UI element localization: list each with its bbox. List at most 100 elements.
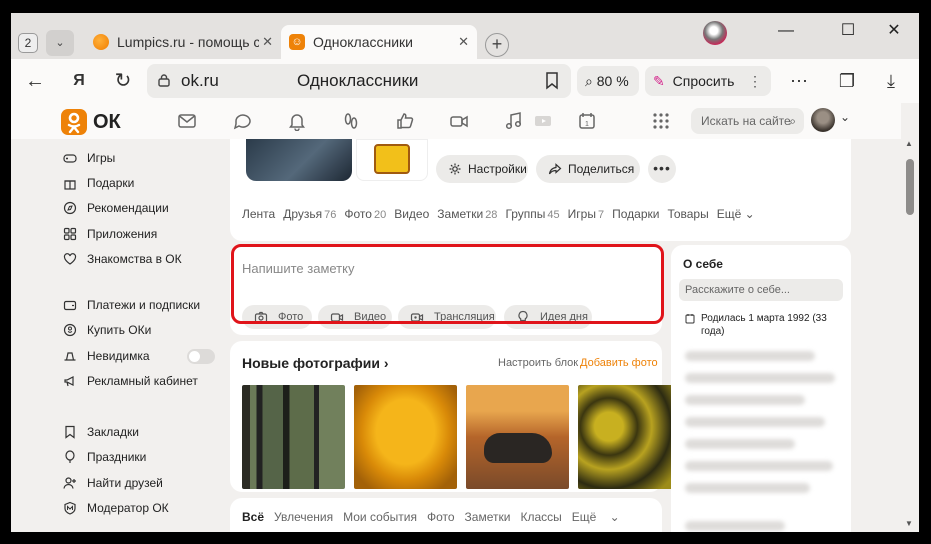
tab-games[interactable]: Игры 7	[568, 207, 604, 221]
zoom-button[interactable]: ⌕ 80 %	[577, 66, 639, 96]
user-avatar[interactable]	[811, 108, 835, 132]
tab-video[interactable]: Видео	[394, 207, 429, 221]
guests-footprints-icon[interactable]	[341, 111, 361, 131]
video-tag-icon[interactable]	[533, 111, 553, 131]
tab-groups[interactable]: Группы 45	[505, 207, 559, 221]
yandex-logo-icon[interactable]: Я	[65, 67, 93, 95]
feed-tab-notes[interactable]: Заметки	[465, 510, 511, 524]
profile-photo[interactable]	[246, 139, 352, 181]
ok-search-input[interactable]: Искать на сайте ⌕	[691, 108, 804, 134]
menu-item-games[interactable]: Игры	[61, 147, 233, 169]
calendar-icon	[685, 314, 695, 324]
messages-icon[interactable]	[177, 111, 197, 131]
menu-item-holidays[interactable]: Праздники	[61, 446, 233, 468]
feed-tab-my-events[interactable]: Мои события	[343, 510, 417, 524]
settings-label: Настройки	[468, 162, 527, 176]
photo-thumbnail[interactable]	[466, 385, 569, 489]
menu-item-payments[interactable]: Платежи и подписки	[61, 294, 233, 316]
configure-block-link[interactable]: Настроить блок	[498, 357, 578, 369]
page-scrollbar[interactable]: ▲ ▼	[901, 139, 919, 532]
close-icon[interactable]: ✕	[262, 25, 273, 59]
calendar-icon[interactable]: 1	[577, 111, 597, 131]
browser-profile-icon[interactable]	[703, 21, 727, 45]
apps-grid-icon[interactable]	[651, 111, 671, 131]
svg-text:1: 1	[585, 121, 589, 128]
ok-favicon-icon: ☺	[289, 34, 305, 50]
menu-item-recommendations[interactable]: Рекомендации	[61, 197, 233, 219]
scroll-down-icon[interactable]: ▼	[905, 519, 913, 528]
likes-thumb-icon[interactable]	[395, 111, 415, 131]
share-button[interactable]: Поделиться	[536, 155, 640, 183]
chevron-down-icon[interactable]: ⌄	[840, 110, 850, 124]
menu-item-label: Модератор ОК	[87, 501, 169, 515]
menu-item-invisible[interactable]: Невидимка	[61, 345, 233, 367]
minimize-icon[interactable]: —	[771, 19, 801, 43]
tab-list-chevron-icon[interactable]: ⌄	[46, 30, 74, 56]
vertical-dots-icon[interactable]: ⋮	[748, 66, 762, 96]
menu-item-label: Платежи и подписки	[87, 298, 201, 312]
photo-thumbnail[interactable]	[354, 385, 457, 489]
photo-thumbnail[interactable]	[242, 385, 345, 489]
tab-count: 76	[324, 209, 337, 221]
ok-logo-icon[interactable]	[61, 109, 87, 135]
address-bar[interactable]: ok.ru Одноклассники	[147, 64, 571, 98]
music-note-icon[interactable]	[503, 111, 523, 131]
tab-odnoklassniki[interactable]: ☺ Одноклассники ✕	[281, 25, 477, 59]
back-arrow-icon[interactable]: ←	[21, 67, 49, 95]
blurred-info	[685, 521, 785, 531]
menu-item-dating[interactable]: Знакомства в ОК	[61, 248, 233, 270]
menu-item-bookmarks[interactable]: Закладки	[61, 421, 233, 443]
download-icon[interactable]: ⤓	[879, 69, 903, 93]
feed-tab-photo[interactable]: Фото	[427, 510, 455, 524]
menu-item-apps[interactable]: Приложения	[61, 223, 233, 245]
tab-friends[interactable]: Друзья 76	[283, 207, 336, 221]
menu-icon[interactable]: ⋯	[787, 69, 811, 93]
reload-icon[interactable]: ↻	[109, 67, 137, 95]
search-icon[interactable]: ⌕	[789, 108, 796, 134]
window-close-icon[interactable]: ✕	[879, 19, 909, 43]
menu-item-label: Рекомендации	[87, 201, 169, 215]
feed-tab-hobbies[interactable]: Увлечения	[274, 510, 333, 524]
new-tab-plus-icon[interactable]: +	[485, 33, 509, 57]
menu-item-ads-cabinet[interactable]: Рекламный кабинет	[61, 370, 233, 392]
menu-item-find-friends[interactable]: Найти друзей	[61, 472, 233, 494]
tab-count-button[interactable]: 2	[18, 33, 38, 53]
lock-icon	[158, 74, 170, 87]
menu-item-buy-oki[interactable]: Купить ОКи	[61, 319, 233, 341]
notifications-bell-icon[interactable]	[287, 111, 307, 131]
settings-button[interactable]: Настройки	[436, 155, 528, 183]
menu-item-label: Закладки	[87, 425, 139, 439]
birthday-text: Родилась 1 марта 1992 (33 года)	[701, 313, 827, 337]
tab-more[interactable]: Ещё ⌄	[717, 207, 755, 221]
new-photos-title[interactable]: Новые фотографии ›	[242, 355, 389, 371]
invisible-toggle[interactable]	[187, 349, 215, 364]
maximize-icon[interactable]: ☐	[833, 19, 863, 43]
about-input[interactable]: Расскажите о себе...	[679, 279, 843, 301]
more-options-button[interactable]: •••	[648, 155, 676, 183]
photo-thumbnail[interactable]	[578, 385, 681, 489]
close-icon[interactable]: ✕	[458, 25, 469, 59]
collections-icon[interactable]: ❐	[835, 69, 859, 93]
bookmark-icon[interactable]	[545, 72, 559, 90]
discussions-icon[interactable]	[233, 111, 253, 131]
scroll-up-icon[interactable]: ▲	[905, 139, 913, 148]
address-url: ok.ru	[181, 71, 219, 90]
menu-item-gifts[interactable]: Подарки	[61, 172, 233, 194]
gift-image[interactable]	[356, 139, 428, 181]
browser-toolbar: ← Я ↻ ok.ru Одноклассники ⌕ 80 % ✎ Спрос…	[11, 59, 919, 103]
ask-alice-button[interactable]: ✎ Спросить ⋮	[645, 66, 771, 96]
tab-notes[interactable]: Заметки 28	[437, 207, 497, 221]
tab-photos[interactable]: Фото 20	[344, 207, 386, 221]
tab-products[interactable]: Товары	[667, 207, 708, 221]
add-photo-link[interactable]: Добавить фото	[580, 357, 658, 369]
video-camera-icon[interactable]	[449, 111, 469, 131]
feed-tab-all[interactable]: Всё	[242, 510, 264, 524]
tab-lumpics[interactable]: Lumpics.ru - помощь с компьютером ✕	[85, 25, 281, 59]
tab-gifts[interactable]: Подарки	[612, 207, 659, 221]
feed-tab-more[interactable]: Ещё ⌄	[572, 510, 620, 524]
menu-item-moderator[interactable]: Модератор ОК	[61, 497, 233, 519]
scroll-thumb[interactable]	[906, 159, 914, 215]
feed-tab-classes[interactable]: Классы	[520, 510, 561, 524]
tab-feed[interactable]: Лента	[242, 207, 275, 221]
alice-spark-icon: ✎	[653, 73, 665, 89]
